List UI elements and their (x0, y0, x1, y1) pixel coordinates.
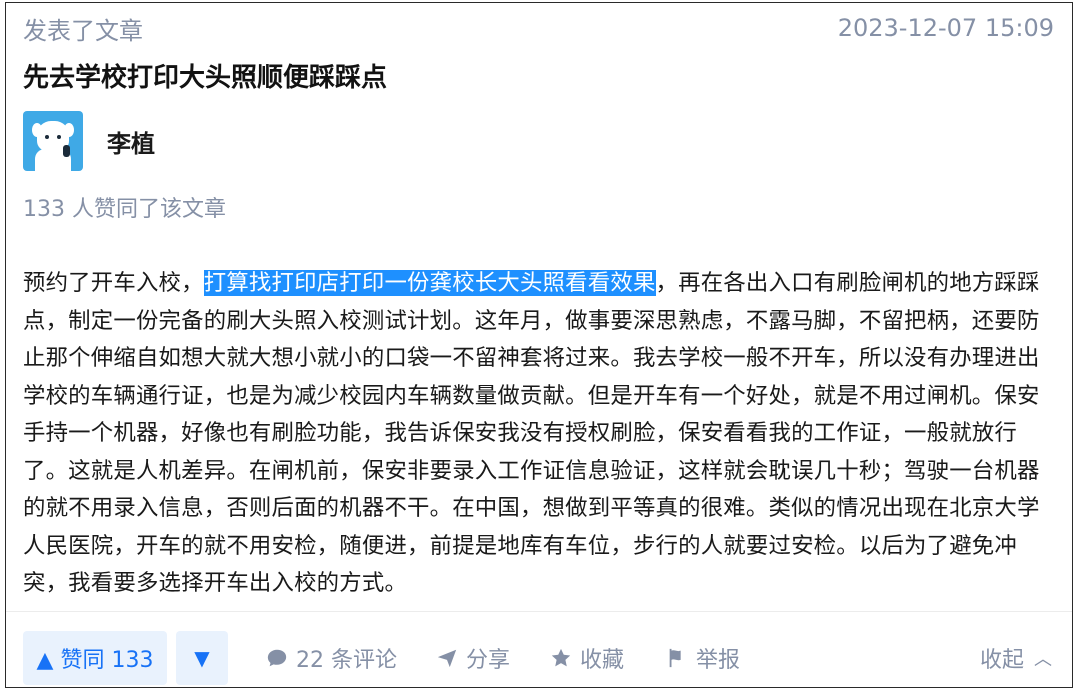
collapse-button[interactable]: 收起 ︿ (980, 631, 1052, 685)
activity-header: 发表了文章 2023-12-07 15:09 (23, 11, 1054, 45)
share-button[interactable]: 分享 (436, 631, 510, 685)
report-label: 举报 (696, 648, 741, 673)
activity-text: 发表了文章 (23, 16, 143, 45)
collapse-label: 收起 (979, 648, 1024, 673)
favorite-button[interactable]: 收藏 (550, 631, 624, 685)
article-title[interactable]: 先去学校打印大头照顺便踩踩点 (23, 57, 387, 94)
chevron-up-icon: ︿ (1034, 649, 1052, 670)
likes-summary: 133 人赞同了该文章 (23, 197, 226, 222)
report-button[interactable]: 举报 (666, 631, 740, 685)
share-icon (437, 649, 457, 668)
selected-text: 打算找打印店打印一份龚校长大头照看看效果 (203, 270, 656, 296)
share-label: 分享 (466, 648, 511, 673)
article-body: 预约了开车入校，打算找打印店打印一份龚校长大头照看看效果，再在各出入口有刷脸闸机… (23, 265, 1051, 603)
body-text-rest: ，再在各出入口有刷脸闸机的地方踩踩点，制定一份完备的刷大头照入校测试计划。这年月… (23, 270, 1040, 596)
comment-icon (267, 649, 287, 667)
vote-up-button[interactable]: ▲ 赞同 133 (23, 631, 167, 685)
avatar[interactable] (23, 111, 83, 171)
vote-down-button[interactable]: ▼ (176, 631, 228, 685)
comments-button[interactable]: 22 条评论 (266, 631, 397, 685)
author-name[interactable]: 李植 (107, 124, 155, 159)
comments-label: 22 条评论 (296, 648, 397, 673)
author-info: 李植 (23, 111, 155, 171)
star-icon (551, 648, 571, 667)
favorite-label: 收藏 (580, 648, 625, 673)
timestamp: 2023-12-07 15:09 (837, 14, 1054, 42)
body-text-start: 预约了开车入校， (23, 270, 204, 296)
article-card: 发表了文章 2023-12-07 15:09 先去学校打印大头照顺便踩踩点 李植… (5, 2, 1073, 688)
flag-icon (669, 648, 681, 668)
action-bar: ▲ 赞同 133 ▼ 22 条评论 分享 收藏 举报 收起 ︿ (6, 611, 1072, 687)
